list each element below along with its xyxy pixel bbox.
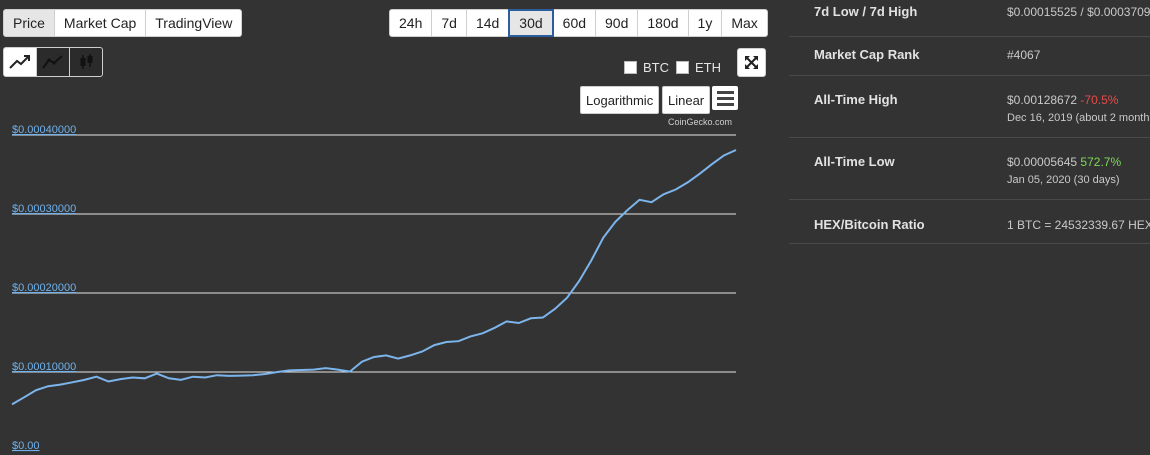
range-30d-button[interactable]: 30d — [508, 9, 554, 37]
stat-date: Dec 16, 2019 (about 2 months) — [1007, 112, 1150, 124]
price-chart: $0.00 $0.00010000 $0.00020000 $0.00030000 $0… — [11, 124, 737, 452]
stat-value: #4067 — [1007, 48, 1041, 62]
y-tick-label: $0.00020000 — [12, 282, 76, 294]
stat-value: 1 BTC = 24532339.67 HEX — [1007, 218, 1150, 232]
stat-value: $0.00128672 — [1007, 93, 1078, 107]
stat-row-hex-bitcoin-ratio: HEX/Bitcoin Ratio 1 BTC = 24532339.67 HE… — [789, 200, 1150, 244]
y-tick-label: $0.00040000 — [12, 124, 76, 136]
stats-table: 7d Low / 7d High $0.00015525 / $0.000370… — [789, 0, 1150, 244]
stat-label: 7d Low / 7d High — [814, 4, 918, 19]
stat-value-group: $0.00128672 -70.5% — [1007, 93, 1118, 107]
stat-label: All-Time High — [814, 92, 898, 107]
stat-label: Market Cap Rank — [814, 47, 920, 62]
stat-value-group: $0.00005645 572.7% — [1007, 155, 1121, 169]
stat-label: All-Time Low — [814, 154, 895, 169]
y-tick-label: $0.00 — [12, 440, 40, 452]
stat-row-all-time-high: All-Time High $0.00128672 -70.5% Dec 16,… — [789, 76, 1150, 138]
stat-change-positive: 572.7% — [1080, 155, 1122, 169]
stat-row-7d-range: 7d Low / 7d High $0.00015525 / $0.000370… — [789, 0, 1150, 37]
stat-date: Jan 05, 2020 (30 days) — [1007, 174, 1120, 186]
stat-change-negative: -70.5% — [1080, 93, 1119, 107]
y-tick-label: $0.00030000 — [12, 203, 76, 215]
y-tick-label: $0.00010000 — [12, 361, 76, 373]
stat-value: $0.00015525 / $0.00037095 — [1007, 5, 1150, 19]
stat-value: $0.00005645 — [1007, 155, 1078, 169]
stat-label: HEX/Bitcoin Ratio — [814, 217, 925, 232]
price-series-line — [11, 149, 737, 406]
stat-row-all-time-low: All-Time Low $0.00005645 572.7% Jan 05, … — [789, 138, 1150, 200]
stat-row-market-cap-rank: Market Cap Rank #4067 — [789, 37, 1150, 76]
